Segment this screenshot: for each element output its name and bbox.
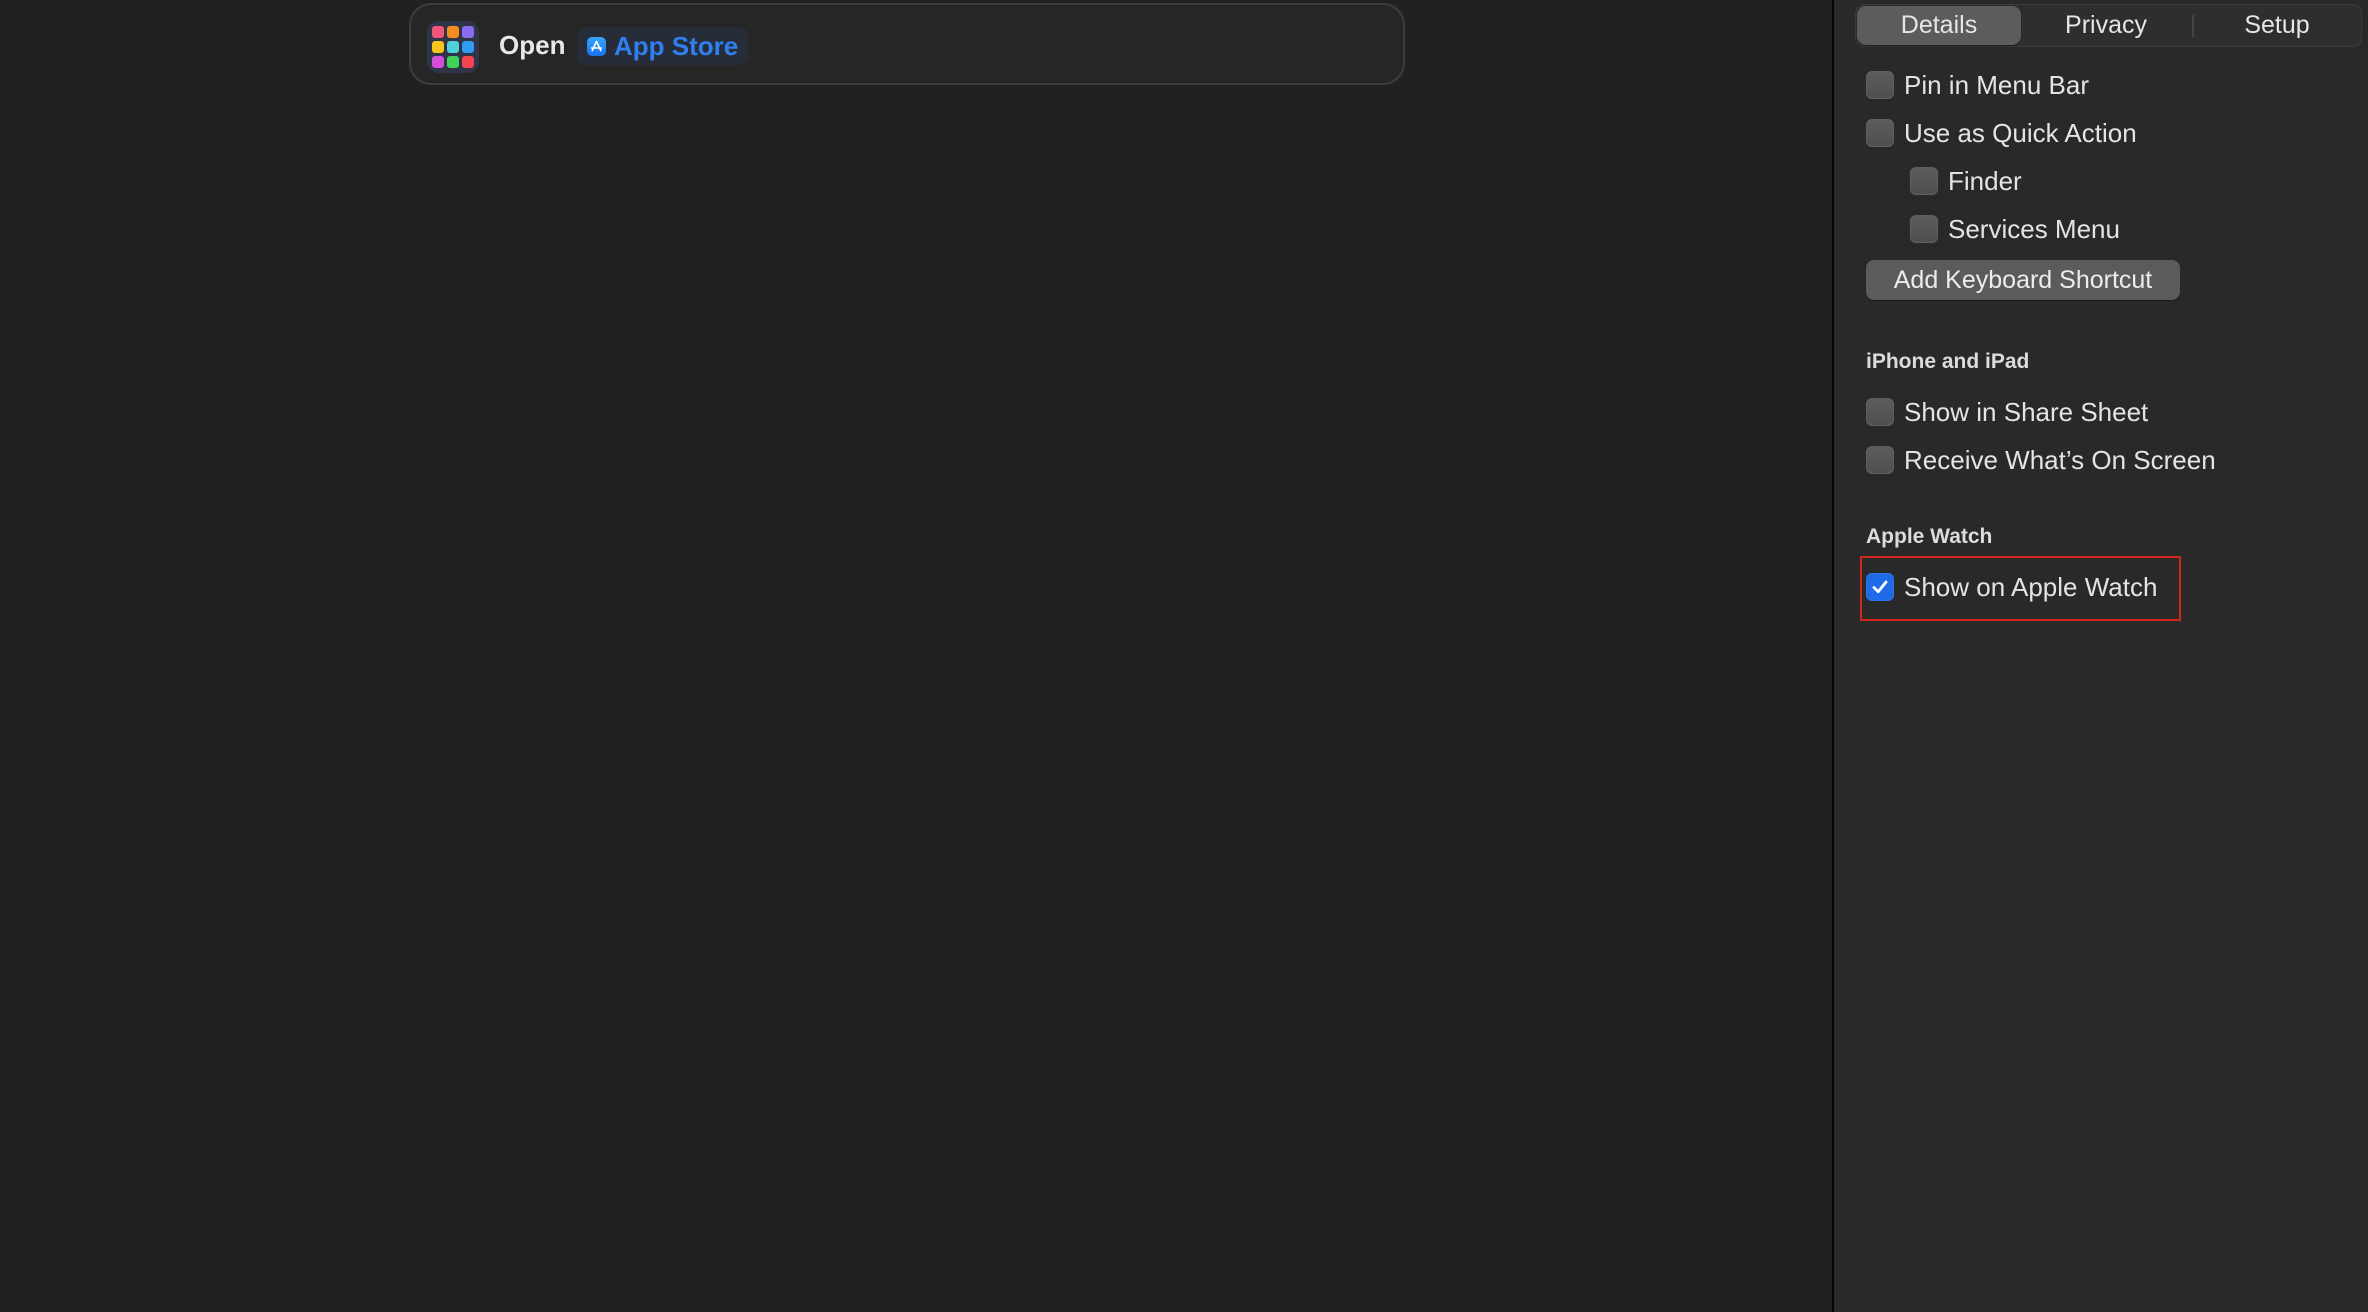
app-name: App Store (614, 31, 739, 61)
share-sheet-label: Show in Share Sheet (1904, 397, 2149, 427)
grid-tile (462, 26, 474, 38)
services-menu-checkbox[interactable] (1910, 215, 1938, 243)
services-menu-label: Services Menu (1948, 214, 2120, 244)
grid-tile (432, 56, 444, 68)
receive-on-screen-label: Receive What’s On Screen (1904, 445, 2216, 475)
highlight-annotation (1860, 556, 2181, 621)
grid-tile (432, 26, 444, 38)
receive-on-screen-option[interactable]: Receive What’s On Screen (1866, 444, 2216, 476)
iphone-ipad-heading: iPhone and iPad (1866, 350, 2030, 373)
receive-on-screen-checkbox[interactable] (1866, 446, 1894, 474)
services-menu-option[interactable]: Services Menu (1910, 213, 2120, 245)
tab-details[interactable]: Details (1857, 6, 2021, 45)
open-app-action-card[interactable]: Open App Store (409, 3, 1405, 85)
tab-setup[interactable]: Setup (2194, 6, 2360, 45)
inspector-panel: Details Privacy Setup Pin in Menu Bar Us… (1834, 0, 2368, 1312)
finder-option[interactable]: Finder (1910, 165, 2022, 197)
quick-action-option[interactable]: Use as Quick Action (1866, 117, 2137, 149)
app-parameter-chip[interactable]: App Store (577, 27, 749, 65)
grid-tile (447, 26, 459, 38)
pin-in-menu-bar-label: Pin in Menu Bar (1904, 70, 2089, 100)
shortcut-editor: Open App Store (0, 0, 1832, 1312)
add-keyboard-shortcut-button[interactable]: Add Keyboard Shortcut (1866, 260, 2180, 300)
grid-tile (432, 41, 444, 53)
share-sheet-checkbox[interactable] (1866, 398, 1894, 426)
quick-action-label: Use as Quick Action (1904, 118, 2137, 148)
grid-tile (462, 41, 474, 53)
tab-privacy[interactable]: Privacy (2021, 6, 2191, 45)
pin-in-menu-bar-option[interactable]: Pin in Menu Bar (1866, 69, 2089, 101)
grid-tile (447, 41, 459, 53)
pin-in-menu-bar-checkbox[interactable] (1866, 71, 1894, 99)
share-sheet-option[interactable]: Show in Share Sheet (1866, 396, 2148, 428)
grid-tile (462, 56, 474, 68)
finder-label: Finder (1948, 166, 2022, 196)
app-store-icon (587, 36, 606, 56)
grid-tile (447, 56, 459, 68)
inspector-tabs: Details Privacy Setup (1855, 4, 2362, 47)
apple-watch-heading: Apple Watch (1866, 525, 1993, 548)
finder-checkbox[interactable] (1910, 167, 1938, 195)
action-verb: Open (499, 30, 566, 60)
apps-grid-icon (427, 21, 479, 73)
quick-action-checkbox[interactable] (1866, 119, 1894, 147)
